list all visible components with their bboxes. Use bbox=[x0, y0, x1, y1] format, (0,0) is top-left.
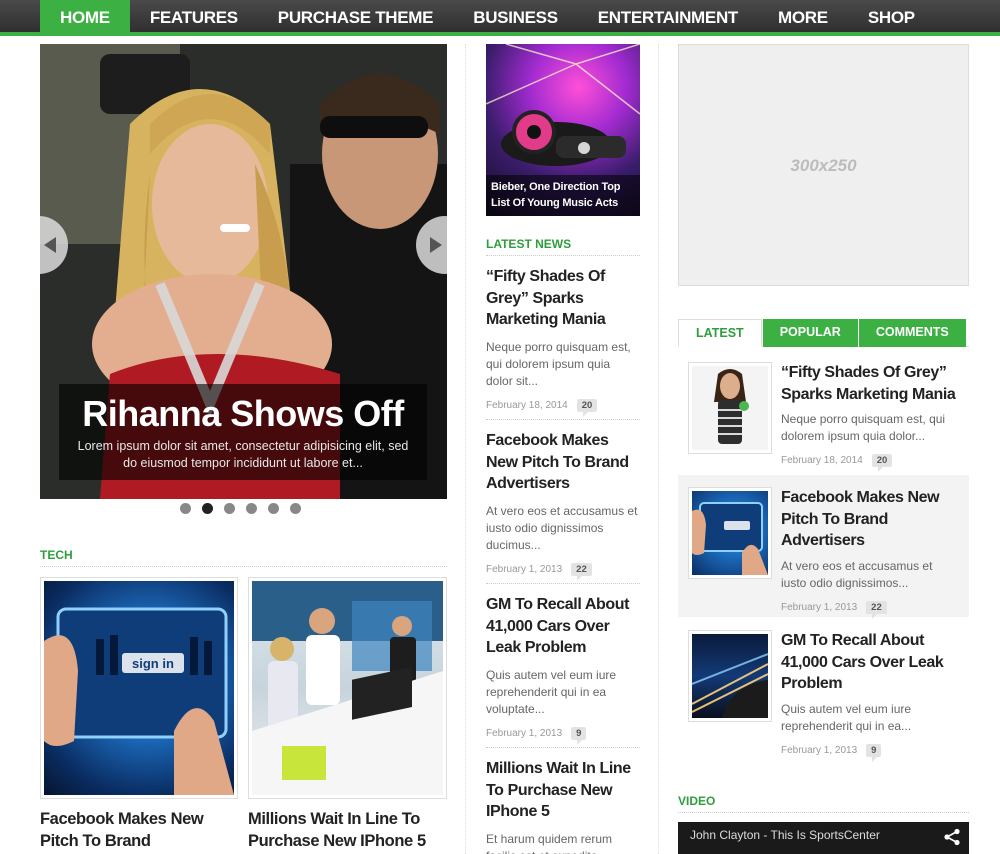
slider-dot[interactable] bbox=[246, 503, 257, 514]
news-item-title[interactable]: “Fifty Shades Of Grey” Sparks Marketing … bbox=[486, 266, 640, 331]
sidebar-item-thumbnail[interactable] bbox=[688, 362, 772, 454]
news-item-title[interactable]: GM To Recall About 41,000 Cars Over Leak… bbox=[486, 594, 640, 659]
nav-item-purchase-theme[interactable]: PURCHASE THEME bbox=[258, 0, 453, 36]
sidebar-item-meta: February 1, 2013 9 bbox=[781, 743, 961, 762]
slide-title[interactable]: Rihanna Shows Off bbox=[59, 392, 427, 436]
sidebar-item: Facebook Makes New Pitch To Brand Advert… bbox=[678, 475, 969, 619]
news-item-date: February 1, 2013 bbox=[486, 563, 563, 575]
news-item-title[interactable]: Millions Wait In Line To Purchase New IP… bbox=[486, 758, 640, 823]
sidebar-item: “Fifty Shades Of Grey” Sparks Marketing … bbox=[678, 350, 969, 492]
featured-article-image[interactable]: Bieber, One Direction Top List Of Young … bbox=[486, 44, 640, 216]
news-item-meta: February 1, 2013 9 bbox=[486, 726, 640, 745]
featured-article-caption[interactable]: Bieber, One Direction Top List Of Young … bbox=[486, 175, 640, 216]
sidebar-item-title[interactable]: Facebook Makes New Pitch To Brand Advert… bbox=[781, 487, 961, 552]
sidebar-item: GM To Recall About 41,000 Cars Over Leak… bbox=[678, 618, 969, 762]
news-item-date: February 1, 2013 bbox=[486, 727, 563, 739]
ad-placeholder[interactable]: 300x250 bbox=[678, 44, 969, 286]
sidebar-item-text: GM To Recall About 41,000 Cars Over Leak… bbox=[781, 630, 961, 762]
tab-popular[interactable]: POPULAR bbox=[762, 319, 858, 347]
news-item-excerpt: Et harum quidem rerum facilis est et exp… bbox=[486, 831, 613, 854]
sidebar-item-meta: February 1, 2013 22 bbox=[781, 600, 961, 619]
column-divider bbox=[465, 44, 466, 854]
arrow-left-icon bbox=[44, 237, 56, 253]
news-item: “Fifty Shades Of Grey” Sparks Marketing … bbox=[486, 266, 640, 417]
video-section-heading: VIDEO bbox=[678, 794, 716, 808]
news-item: Facebook Makes New Pitch To Brand Advert… bbox=[486, 430, 640, 581]
latest-news-heading: LATEST NEWS bbox=[486, 237, 572, 251]
slide-excerpt: Lorem ipsum dolor sit amet, consectetur … bbox=[77, 439, 409, 470]
nav-item-more[interactable]: MORE bbox=[758, 0, 848, 36]
news-item-meta: February 1, 2013 22 bbox=[486, 562, 640, 581]
store-shoppers-graphic bbox=[252, 581, 443, 795]
sidebar-item-text: “Fifty Shades Of Grey” Sparks Marketing … bbox=[781, 362, 961, 472]
video-title[interactable]: John Clayton - This Is SportsCenter bbox=[690, 828, 880, 842]
sidebar-item-title[interactable]: GM To Recall About 41,000 Cars Over Leak… bbox=[781, 630, 961, 695]
nav-item-features[interactable]: FEATURES bbox=[130, 0, 258, 36]
tablet-signin-graphic: sign in bbox=[44, 607, 234, 795]
news-item: Millions Wait In Line To Purchase New IP… bbox=[486, 758, 640, 854]
sidebar-item-meta: February 18, 2014 20 bbox=[781, 454, 961, 472]
tech-article-image[interactable]: sign in bbox=[40, 577, 238, 799]
sidebar-item-title[interactable]: “Fifty Shades Of Grey” Sparks Marketing … bbox=[781, 362, 961, 405]
main-navigation: HOME FEATURES PURCHASE THEME BUSINESS EN… bbox=[0, 0, 1000, 36]
nav-item-home[interactable]: HOME bbox=[40, 0, 130, 36]
sidebar-item-date: February 18, 2014 bbox=[781, 455, 863, 466]
slider-pagination bbox=[180, 503, 301, 514]
slider-dot[interactable] bbox=[290, 503, 301, 514]
arrow-right-icon bbox=[430, 237, 442, 253]
news-item-meta: February 18, 2014 20 bbox=[486, 398, 640, 417]
slider-dot[interactable] bbox=[202, 503, 213, 514]
news-item-excerpt: Quis autem vel eum iure reprehenderit qu… bbox=[486, 667, 617, 716]
car-lights-graphic bbox=[692, 653, 768, 718]
tablet-signin-graphic bbox=[692, 502, 768, 575]
section-rule bbox=[40, 566, 447, 567]
sidebar-item-thumbnail[interactable] bbox=[688, 630, 772, 722]
sidebar-tabs: LATEST POPULAR COMMENTS bbox=[678, 319, 969, 347]
tech-article-image[interactable] bbox=[248, 577, 447, 799]
share-icon[interactable] bbox=[943, 828, 961, 846]
slider-dot[interactable] bbox=[268, 503, 279, 514]
slider-dot[interactable] bbox=[180, 503, 191, 514]
news-item-title[interactable]: Facebook Makes New Pitch To Brand Advert… bbox=[486, 430, 640, 495]
slide-caption: Rihanna Shows Off Lorem ipsum dolor sit … bbox=[59, 384, 427, 480]
featured-slider[interactable]: Rihanna Shows Off Lorem ipsum dolor sit … bbox=[40, 44, 447, 499]
sidebar-item-thumbnail[interactable] bbox=[688, 487, 772, 579]
comment-count-badge[interactable]: 22 bbox=[571, 562, 592, 581]
comment-count-badge[interactable]: 20 bbox=[576, 398, 598, 417]
comment-count-badge[interactable]: 9 bbox=[571, 726, 587, 745]
comment-count-badge[interactable]: 20 bbox=[871, 454, 893, 472]
news-item-date: February 18, 2014 bbox=[486, 399, 568, 411]
news-item-excerpt: At vero eos et accusamus et iusto odio d… bbox=[486, 503, 638, 552]
nav-item-business[interactable]: BUSINESS bbox=[453, 0, 578, 36]
svg-text:sign in: sign in bbox=[132, 656, 174, 671]
news-item-excerpt: Neque porro quisquam est, qui dolorem ip… bbox=[486, 339, 631, 388]
item-divider bbox=[486, 419, 640, 420]
tech-article-title[interactable]: Facebook Makes New Pitch To Brand Advert… bbox=[40, 808, 240, 854]
slider-dot[interactable] bbox=[224, 503, 235, 514]
sidebar-item-date: February 1, 2013 bbox=[781, 744, 858, 756]
item-divider bbox=[486, 583, 640, 584]
comment-count-badge[interactable]: 9 bbox=[866, 743, 882, 762]
nav-item-entertainment[interactable]: ENTERTAINMENT bbox=[578, 0, 758, 36]
tab-comments[interactable]: COMMENTS bbox=[858, 319, 966, 347]
section-rule bbox=[486, 255, 640, 256]
sidebar-item-text: Facebook Makes New Pitch To Brand Advert… bbox=[781, 487, 961, 619]
item-divider bbox=[486, 747, 640, 748]
tech-section-heading: TECH bbox=[40, 548, 73, 562]
comment-count-badge[interactable]: 22 bbox=[866, 600, 887, 619]
news-item: GM To Recall About 41,000 Cars Over Leak… bbox=[486, 594, 640, 745]
woman-portrait-graphic bbox=[714, 369, 749, 444]
tab-latest[interactable]: LATEST bbox=[678, 319, 762, 347]
column-divider bbox=[658, 44, 659, 854]
video-player[interactable]: John Clayton - This Is SportsCenter bbox=[678, 822, 969, 854]
sidebar-item-excerpt: At vero eos et accusamus et iusto odio d… bbox=[781, 558, 933, 590]
sidebar-item-excerpt: Quis autem vel eum iure reprehenderit qu… bbox=[781, 701, 912, 733]
sidebar-item-excerpt: Neque porro quisquam est, qui dolorem ip… bbox=[781, 412, 946, 443]
tech-article-title[interactable]: Millions Wait In Line To Purchase New IP… bbox=[248, 808, 448, 852]
sidebar-item-date: February 1, 2013 bbox=[781, 601, 858, 613]
section-rule bbox=[678, 812, 969, 813]
nav-item-shop[interactable]: SHOP bbox=[848, 0, 935, 36]
